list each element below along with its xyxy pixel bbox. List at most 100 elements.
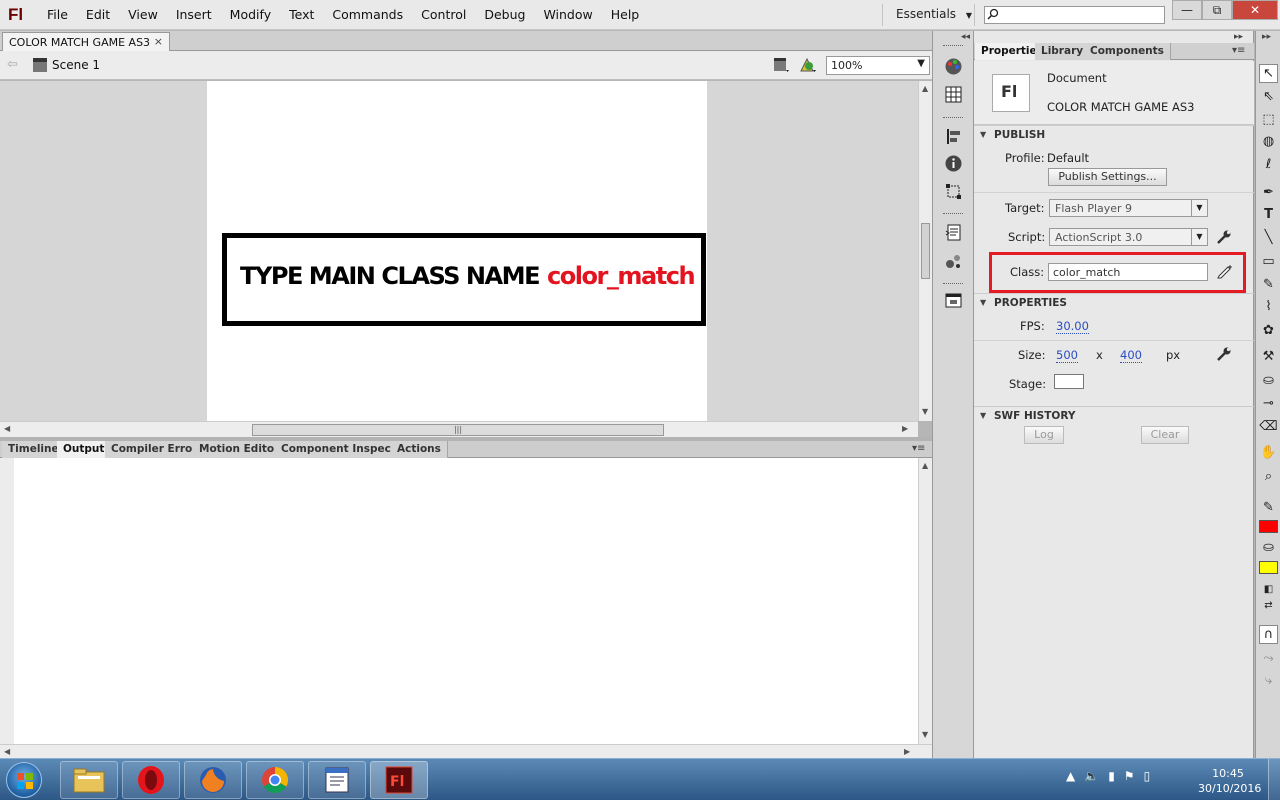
edit-symbols-icon[interactable] (799, 56, 817, 74)
fill-color-swatch[interactable] (1259, 561, 1278, 574)
code-snippets-icon[interactable] (944, 223, 963, 242)
document-tab[interactable]: COLOR MATCH GAME AS3 × (2, 32, 170, 51)
menu-modify[interactable]: Modify (221, 7, 280, 22)
tab-components[interactable]: Components (1084, 43, 1171, 60)
straighten-icon[interactable]: ⤷ (1259, 671, 1278, 690)
tab-output[interactable]: Output (57, 441, 112, 458)
tab-actions[interactable]: Actions (391, 441, 448, 458)
output-vertical-scrollbar[interactable]: ▲ ▼ (918, 458, 932, 744)
scene-label[interactable]: Scene 1 (52, 58, 100, 72)
zoom-tool-icon[interactable]: ⌕ (1259, 467, 1278, 486)
menu-edit[interactable]: Edit (77, 7, 119, 22)
output-panel[interactable] (0, 458, 918, 744)
pencil-icon[interactable] (1216, 263, 1232, 279)
action-center-icon[interactable]: ⚑ (1124, 769, 1135, 791)
components-icon[interactable] (944, 252, 963, 271)
menu-control[interactable]: Control (412, 7, 475, 22)
expand-icon[interactable]: ▸▸ (1234, 32, 1243, 42)
stage-color-swatch[interactable] (1054, 374, 1084, 389)
power-icon[interactable]: ▯ (1144, 769, 1151, 791)
swatches-icon[interactable] (944, 85, 963, 104)
close-button[interactable]: ✕ (1232, 0, 1278, 20)
network-icon[interactable]: ▮ (1108, 769, 1115, 791)
properties-section-header[interactable]: ▼ PROPERTIES (974, 293, 1254, 311)
wrench-icon[interactable] (1216, 229, 1232, 245)
scroll-right-icon[interactable]: ▶ (902, 424, 908, 433)
start-button[interactable] (6, 762, 42, 798)
swf-history-section-header[interactable]: ▼ SWF HISTORY (974, 406, 1254, 424)
publish-settings-button[interactable]: Publish Settings... (1048, 168, 1167, 186)
bone-tool-icon[interactable]: ⚒ (1259, 347, 1278, 366)
menu-commands[interactable]: Commands (323, 7, 412, 22)
scroll-right-icon[interactable]: ▶ (904, 747, 910, 756)
stroke-color-swatch[interactable] (1259, 520, 1278, 533)
free-transform-tool-icon[interactable]: ⬚ (1259, 110, 1278, 129)
menu-text[interactable]: Text (280, 7, 323, 22)
grip-handle[interactable] (943, 45, 963, 47)
eyedropper-tool-icon[interactable]: ⊸ (1259, 394, 1278, 413)
height-value[interactable]: 400 (1120, 348, 1142, 363)
scroll-left-icon[interactable]: ◀ (4, 424, 10, 433)
menu-window[interactable]: Window (534, 7, 601, 22)
taskbar-chrome[interactable] (246, 761, 304, 799)
stage-vertical-scrollbar[interactable]: ▲ ▼ (918, 81, 932, 421)
pencil-tool-icon[interactable]: ✎ (1259, 275, 1278, 294)
volume-icon[interactable]: 🔈 (1084, 769, 1099, 791)
script-select[interactable]: ActionScript 3.0 ▼ (1049, 228, 1208, 246)
show-desktop-button[interactable] (1268, 759, 1280, 800)
panel-menu-icon[interactable]: ▾≡ (912, 443, 925, 454)
subselection-tool-icon[interactable]: ⇖ (1259, 87, 1278, 106)
selection-tool-icon[interactable]: ↖ (1259, 64, 1278, 83)
stage-horizontal-scrollbar[interactable]: ◀ ||| ▶ (0, 421, 918, 437)
close-icon[interactable]: × (154, 35, 163, 48)
lasso-tool-icon[interactable]: ℓ (1259, 155, 1278, 174)
log-button[interactable]: Log (1024, 426, 1064, 444)
3d-rotation-tool-icon[interactable]: ◍ (1259, 132, 1278, 151)
smooth-icon[interactable]: ⤳ (1259, 649, 1278, 668)
movie-explorer-icon[interactable] (944, 291, 963, 310)
instruction-banner[interactable]: TYPE MAIN CLASS NAME color_match (222, 233, 706, 326)
menu-view[interactable]: View (119, 7, 167, 22)
output-horizontal-scrollbar[interactable]: ◀ ▶ (0, 744, 932, 758)
collapse-icon[interactable]: ◂◂ (961, 32, 970, 42)
fps-value[interactable]: 30.00 (1056, 319, 1089, 334)
info-icon[interactable] (944, 154, 963, 173)
menu-debug[interactable]: Debug (475, 7, 534, 22)
rectangle-tool-icon[interactable]: ▭ (1259, 252, 1278, 271)
tab-library[interactable]: Library (1035, 43, 1091, 60)
help-search-input[interactable] (984, 6, 1165, 24)
brush-tool-icon[interactable]: ⌇ (1259, 297, 1278, 316)
class-input[interactable]: color_match (1048, 263, 1208, 281)
swap-colors-icon[interactable]: ⇄ (1259, 596, 1278, 615)
snap-to-objects-icon[interactable]: ∩ (1259, 625, 1278, 644)
eraser-tool-icon[interactable]: ⌫ (1259, 417, 1278, 436)
text-tool-icon[interactable]: T (1259, 205, 1278, 224)
menu-insert[interactable]: Insert (167, 7, 221, 22)
deco-tool-icon[interactable]: ✿ (1259, 321, 1278, 340)
taskbar-file-explorer[interactable] (60, 761, 118, 799)
zoom-select[interactable]: 100% ▼ (826, 56, 930, 75)
back-arrow-icon[interactable]: ⇦ (7, 57, 18, 72)
line-tool-icon[interactable]: ╲ (1259, 228, 1278, 247)
restore-button[interactable]: ⧉ (1202, 0, 1232, 20)
menu-file[interactable]: File (38, 7, 77, 22)
hand-tool-icon[interactable]: ✋ (1259, 443, 1278, 462)
show-hidden-icons-icon[interactable]: ▲ (1066, 769, 1075, 791)
color-panel-icon[interactable] (944, 57, 963, 76)
clear-button[interactable]: Clear (1141, 426, 1189, 444)
scroll-down-icon[interactable]: ▼ (922, 730, 928, 739)
collapse-icon[interactable]: ▸▸ (1262, 32, 1271, 42)
scroll-thumb[interactable]: ||| (252, 424, 664, 436)
scroll-up-icon[interactable]: ▲ (922, 84, 928, 93)
minimize-button[interactable]: — (1172, 0, 1202, 20)
pen-tool-icon[interactable]: ✒ (1259, 183, 1278, 202)
scroll-down-icon[interactable]: ▼ (922, 407, 928, 416)
align-icon[interactable] (944, 127, 963, 146)
menu-help[interactable]: Help (602, 7, 649, 22)
taskbar-text-editor[interactable] (308, 761, 366, 799)
scroll-up-icon[interactable]: ▲ (922, 461, 928, 470)
workspace-switcher[interactable]: Essentials ▼ (896, 7, 972, 21)
publish-section-header[interactable]: ▼ PUBLISH (974, 125, 1254, 143)
tab-motion-editor[interactable]: Motion Editor (193, 441, 287, 458)
grip-handle[interactable] (943, 213, 963, 215)
